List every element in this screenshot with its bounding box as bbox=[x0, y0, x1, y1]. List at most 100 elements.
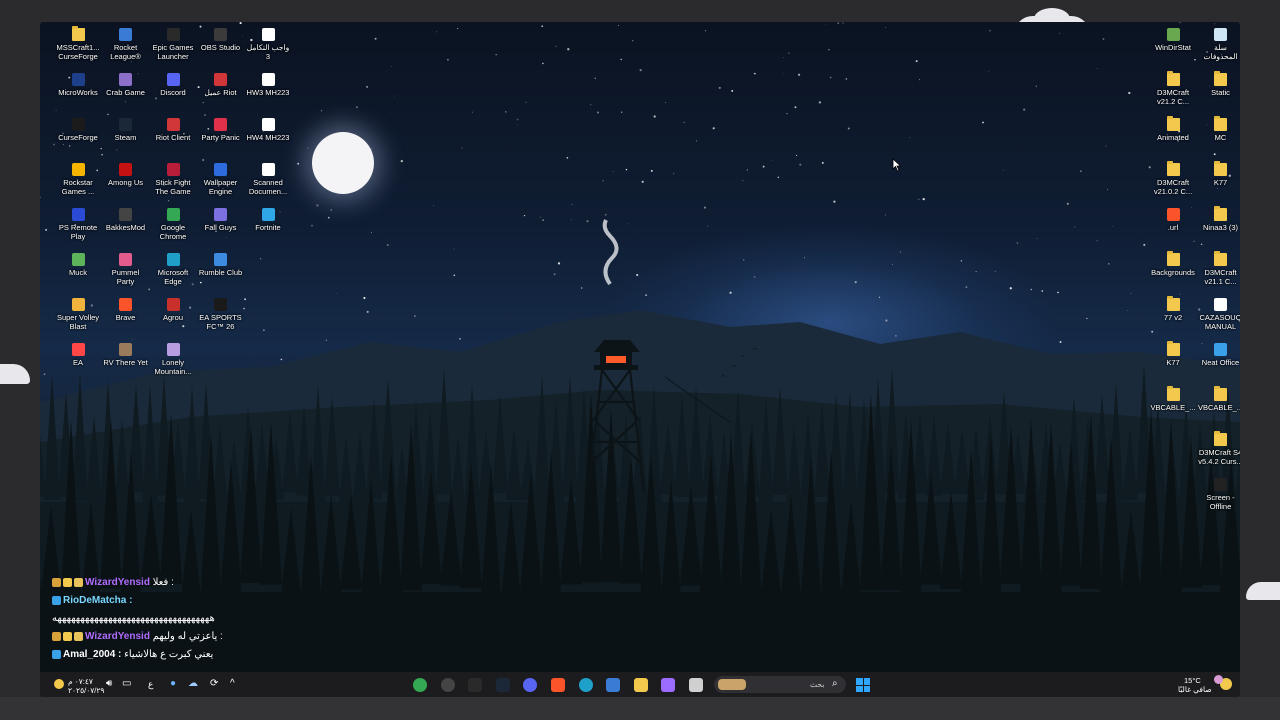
desktop-icon-label: Neat Office bbox=[1201, 358, 1240, 367]
desktop-icon[interactable]: HW3 MH223 bbox=[245, 69, 291, 97]
desktop-icon[interactable]: HW4 MH223 bbox=[245, 114, 291, 142]
mouse-cursor-icon bbox=[892, 158, 902, 172]
desktop-icon[interactable]: Discord bbox=[150, 69, 196, 97]
desktop-icon[interactable]: Pummel Party bbox=[103, 249, 149, 286]
desktop-icon[interactable]: CurseForge bbox=[55, 114, 101, 142]
riot-icon bbox=[214, 73, 227, 86]
desktop-icon[interactable]: Google Chrome bbox=[150, 204, 196, 241]
epic-games-icon[interactable] bbox=[468, 678, 483, 692]
sync-icon[interactable]: ⟳ bbox=[210, 679, 218, 689]
desktop-icon[interactable]: Scanned Documen... bbox=[245, 159, 291, 196]
obs-icon[interactable] bbox=[440, 678, 455, 692]
desktop-icon-label: BakkesMod bbox=[105, 223, 146, 232]
document-icon bbox=[261, 163, 275, 176]
edge-icon[interactable] bbox=[578, 678, 593, 692]
desktop-icon[interactable]: EA SPORTS FC™ 26 bbox=[198, 294, 244, 331]
desktop-icon[interactable]: MC bbox=[1198, 114, 1241, 142]
desktop-icon[interactable]: Muck bbox=[55, 249, 101, 277]
desktop-icon-label: Fortnite bbox=[255, 223, 281, 232]
lonely-mountains-icon bbox=[166, 343, 180, 356]
onedrive-icon[interactable]: ☁ bbox=[188, 679, 198, 689]
desktop-icon[interactable]: Fortnite bbox=[245, 204, 291, 232]
desktop-icon[interactable]: Animated bbox=[1150, 114, 1196, 142]
desktop-icon-label: D3MCraft v21.2 C... bbox=[1156, 88, 1190, 106]
desktop-icon[interactable]: Wallpaper Engine bbox=[198, 159, 244, 196]
chat-badge-icon bbox=[52, 577, 61, 587]
folder-icon bbox=[1214, 71, 1227, 86]
microphone-icon[interactable]: ● bbox=[170, 679, 176, 689]
desktop-icon[interactable]: Stick Fight The Game bbox=[150, 159, 196, 196]
desktop-icon[interactable]: VBCABLE_... bbox=[1198, 384, 1240, 412]
folder-icon bbox=[1214, 161, 1227, 176]
copilot-icon[interactable] bbox=[661, 678, 676, 692]
keyboard-lang[interactable]: ع bbox=[148, 680, 153, 689]
desktop-icon[interactable]: .url bbox=[1150, 204, 1196, 232]
desktop-icon[interactable]: OBS Studio bbox=[198, 24, 244, 52]
desktop-icon-label: Fall Guys bbox=[204, 223, 237, 232]
desktop-icon[interactable]: Ninaa3 (3) bbox=[1198, 204, 1241, 232]
desktop-icon[interactable]: MicroWorks bbox=[55, 69, 101, 97]
desktop-icon[interactable]: PS Remote Play bbox=[55, 204, 101, 241]
desktop-icon[interactable]: Brave bbox=[103, 294, 149, 322]
chevron-up-icon[interactable]: ^ bbox=[230, 679, 235, 689]
desktop-icon[interactable]: Rockstar Games ... bbox=[55, 159, 101, 196]
desktop-icon[interactable]: Static bbox=[1198, 69, 1241, 97]
task-view-icon[interactable] bbox=[689, 678, 703, 692]
store-icon[interactable] bbox=[606, 678, 621, 692]
desktop-icon-label: Pummel Party bbox=[111, 268, 140, 286]
desktop-icon[interactable]: Screen - Offline bbox=[1198, 474, 1241, 511]
desktop-icon[interactable]: Agrou bbox=[150, 294, 196, 322]
weather-text: صافي غالبًا bbox=[1178, 685, 1212, 694]
file-explorer-icon[interactable] bbox=[633, 678, 648, 692]
desktop-icon[interactable]: WinDirStat bbox=[1150, 24, 1196, 52]
desktop-icon[interactable]: Rocket League® bbox=[103, 24, 149, 61]
desktop-icon[interactable]: D3MCraft S4 v5.4.2 Curs... bbox=[1198, 429, 1240, 466]
desktop-icon[interactable]: واجب التكامل 3 bbox=[245, 24, 291, 61]
desktop-icon[interactable]: Backgrounds bbox=[1150, 249, 1196, 277]
folder-icon bbox=[1166, 71, 1180, 86]
desktop-icon[interactable]: Party Panic bbox=[198, 114, 244, 142]
desktop-icon[interactable]: 77 v2 bbox=[1150, 294, 1196, 322]
desktop-icon-label: HW4 MH223 bbox=[246, 133, 290, 142]
desktop-icon[interactable]: K77 bbox=[1150, 339, 1196, 367]
desktop-icon[interactable]: Steam bbox=[103, 114, 149, 142]
screen-offline-icon bbox=[1214, 478, 1227, 491]
weather-widget-right[interactable]: 15°C صافي غالبًا bbox=[1170, 675, 1236, 695]
desktop-icon-label: Static bbox=[1211, 88, 1230, 97]
desktop-icon[interactable]: سلة المحذوفات bbox=[1198, 24, 1241, 61]
desktop-icon[interactable]: D3MCraft v21.0.2 C... bbox=[1150, 159, 1196, 196]
desktop-icon[interactable]: K77 bbox=[1198, 159, 1241, 187]
desktop-icon[interactable]: Rumble Club bbox=[198, 249, 244, 277]
search-box[interactable]: بحث ⌕ bbox=[714, 676, 846, 693]
desktop-icon[interactable]: Neat Office bbox=[1198, 339, 1241, 367]
desktop-icon[interactable]: MSSCraft1... CurseForge bbox=[55, 24, 101, 61]
desktop-icon-label: Backgrounds bbox=[1151, 268, 1195, 277]
desktop-icon[interactable]: Among Us bbox=[103, 159, 149, 187]
desktop-icon[interactable]: Riot Client bbox=[150, 114, 196, 142]
desktop-icon[interactable]: عميل Riot bbox=[198, 69, 244, 97]
desktop-icon[interactable]: EA bbox=[55, 339, 101, 367]
desktop-icon-label: عميل Riot bbox=[204, 88, 237, 97]
desktop-icon[interactable]: D3MCraft v21.1 C... bbox=[1198, 249, 1241, 286]
desktop-icon[interactable]: Fall Guys bbox=[198, 204, 244, 232]
chat-badge-icon bbox=[74, 577, 83, 587]
desktop-icon[interactable]: Lonely Mountain... bbox=[150, 339, 196, 376]
start-button[interactable] bbox=[856, 678, 870, 692]
desktop-icon[interactable]: D3MCraft v21.2 C... bbox=[1150, 69, 1196, 106]
desktop-icon[interactable]: CAZASOUQ MANUAL bbox=[1198, 294, 1240, 331]
brave-icon[interactable] bbox=[551, 678, 565, 692]
desktop-icon[interactable]: RV There Yet bbox=[103, 339, 149, 367]
desktop-icon[interactable]: Crab Game bbox=[103, 69, 149, 97]
desktop-icon[interactable]: VBCABLE_... bbox=[1150, 384, 1196, 412]
network-icon[interactable]: ▭ bbox=[122, 679, 131, 689]
desktop-icon[interactable]: Epic Games Launcher bbox=[150, 24, 196, 61]
desktop-icon-label: Rockstar Games ... bbox=[61, 178, 95, 196]
desktop-icon[interactable]: Microsoft Edge bbox=[150, 249, 196, 286]
chrome-icon[interactable] bbox=[413, 678, 427, 692]
steam-icon[interactable] bbox=[495, 678, 510, 692]
desktop-icon-label: Party Panic bbox=[201, 133, 240, 142]
discord-icon[interactable] bbox=[523, 678, 538, 692]
volume-icon[interactable]: 🔊︎ bbox=[106, 679, 112, 689]
desktop-icon[interactable]: Super Volley Blast bbox=[55, 294, 101, 331]
desktop-icon[interactable]: BakkesMod bbox=[103, 204, 149, 232]
